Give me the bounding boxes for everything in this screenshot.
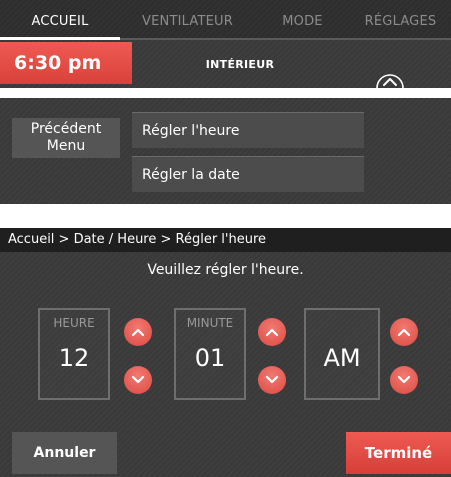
chevron-up-icon [131,328,145,337]
menu-item-set-time[interactable]: Régler l'heure [132,112,364,148]
chevron-down-icon [131,375,145,384]
previous-menu-label-line1: Précédent [30,121,102,137]
chevron-down-icon [265,375,279,384]
active-tab-indicator [0,37,120,40]
breadcrumb: Accueil > Date / Heure > Régler l'heure [0,228,451,252]
current-time: 6:30 pm [0,42,132,84]
instruction-text: Veuillez régler l'heure. [147,262,304,278]
hour-label: HEURE [53,316,95,330]
tab-ventilateur[interactable]: VENTILATEUR [120,0,255,40]
chevron-down-icon [397,375,411,384]
hour-display: HEURE 12 [38,308,110,400]
period-display: AM [304,308,380,400]
minute-display: MINUTE 01 [174,308,246,400]
hour-down-button[interactable] [124,366,152,394]
tab-mode[interactable]: MODE [255,0,350,40]
period-down-button[interactable] [390,366,418,394]
minute-value: 01 [194,344,226,372]
chevron-up-circle-icon[interactable] [374,68,406,89]
minute-down-button[interactable] [258,366,286,394]
top-navigation: ACCUEIL VENTILATEUR MODE RÉGLAGES [0,0,451,40]
previous-menu-button[interactable]: Précédent Menu [12,118,120,158]
previous-menu-label-line2: Menu [46,138,86,154]
minute-up-button[interactable] [258,318,286,346]
indoor-label: INTÉRIEUR [205,58,275,71]
chevron-up-icon [265,328,279,337]
done-button[interactable]: Terminé [346,432,451,474]
hour-up-button[interactable] [124,318,152,346]
period-up-button[interactable] [390,318,418,346]
tab-reglages[interactable]: RÉGLAGES [350,0,451,40]
menu-item-set-date[interactable]: Régler la date [132,156,364,192]
minute-label: MINUTE [186,316,234,330]
cancel-button[interactable]: Annuler [12,432,117,474]
period-value: AM [323,344,361,372]
chevron-up-icon [397,328,411,337]
tab-accueil[interactable]: ACCUEIL [0,0,120,40]
hour-value: 12 [58,344,90,372]
